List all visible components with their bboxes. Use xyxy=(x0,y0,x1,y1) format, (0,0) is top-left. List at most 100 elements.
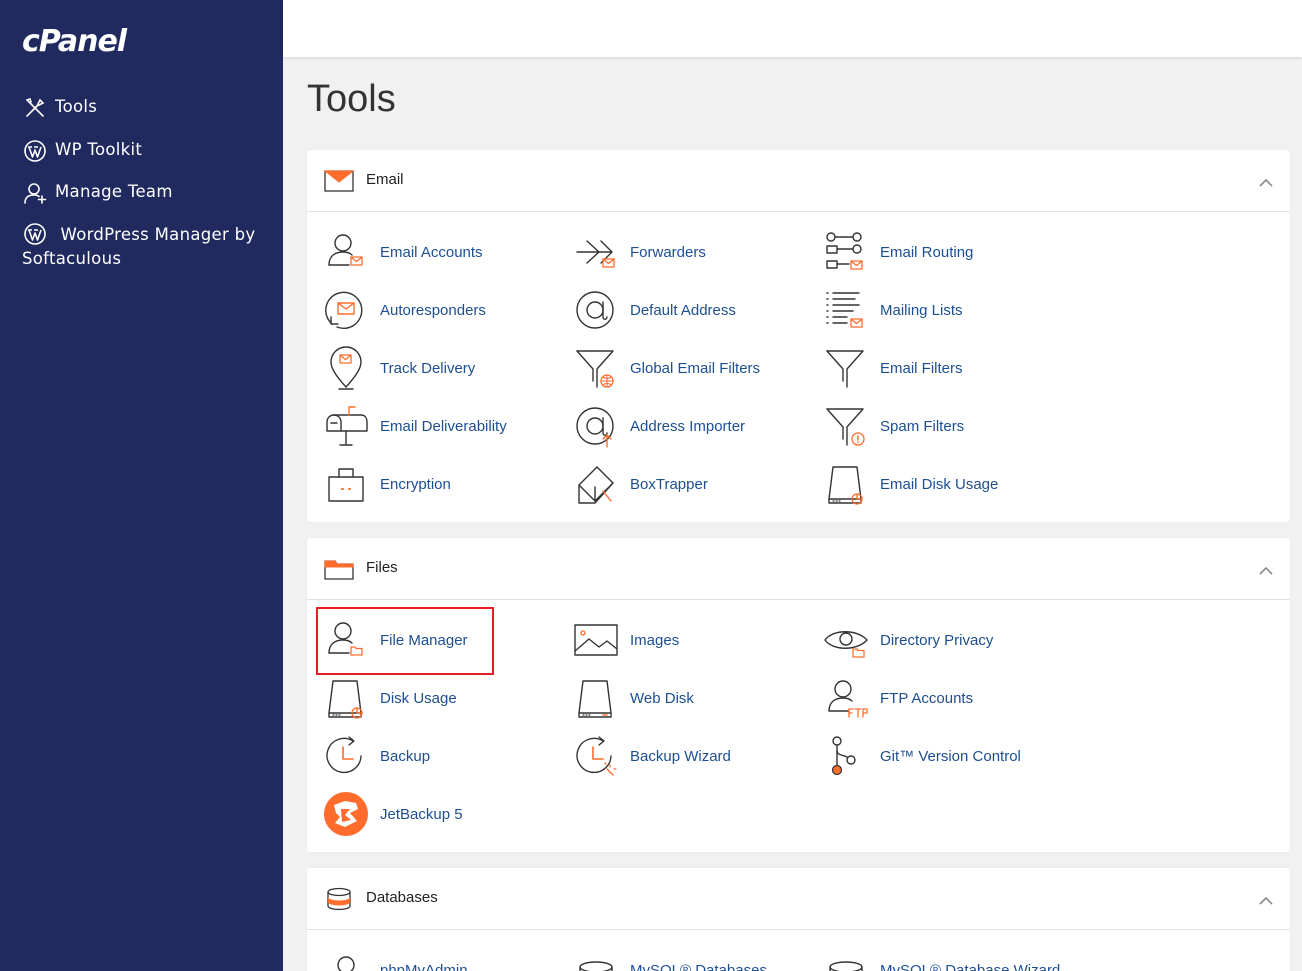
tool-email-deliverability[interactable]: Email Deliverability xyxy=(323,401,507,451)
wordpress-icon xyxy=(22,138,48,164)
spam-filters-icon xyxy=(823,403,869,449)
tool-phpmyadmin[interactable]: phpMyAdmin xyxy=(323,945,468,971)
tool-label: Forwarders xyxy=(630,243,706,261)
sidebar-item-label: Manage Team xyxy=(55,182,173,201)
sidebar: cPanel Tools WP Toolkit Manage Team Word… xyxy=(0,0,283,971)
tool-ftp-accounts[interactable]: FTP Accounts xyxy=(823,673,973,723)
tool-disk-usage[interactable]: Disk Usage xyxy=(323,673,457,723)
tool-email-disk-usage[interactable]: Email Disk Usage xyxy=(823,459,998,509)
tools-icon xyxy=(22,95,48,121)
mailing-lists-icon xyxy=(823,287,869,333)
tool-label: Mailing Lists xyxy=(880,301,963,319)
encryption-icon xyxy=(323,461,369,507)
email-section-header[interactable]: Email xyxy=(307,150,1290,212)
sidebar-item-wp-toolkit[interactable]: WP Toolkit xyxy=(22,138,142,164)
tool-label: Git™ Version Control xyxy=(880,747,1021,765)
tool-backup[interactable]: Backup xyxy=(323,731,430,781)
tool-label: Address Importer xyxy=(630,417,746,435)
address-importer-icon xyxy=(573,403,619,449)
tool-email-routing[interactable]: Email Routing xyxy=(823,227,973,277)
tool-default-address[interactable]: Default Address xyxy=(573,285,736,335)
tool-label: Images xyxy=(630,631,680,649)
forwarders-icon xyxy=(573,229,619,275)
tool-label: Global Email Filters xyxy=(630,359,761,377)
databases-section-header[interactable]: Databases xyxy=(307,868,1290,930)
section-title: Email xyxy=(366,171,404,188)
tool-directory-privacy[interactable]: Directory Privacy xyxy=(823,615,993,665)
tool-label: MySQL® Databases xyxy=(630,961,767,971)
wordpress-icon xyxy=(22,221,48,247)
git-version-control-icon xyxy=(823,733,869,779)
tool-label: Disk Usage xyxy=(380,689,457,707)
sidebar-item-wordpress-manager[interactable]: WordPress Manager by Softaculous xyxy=(22,221,262,271)
tool-label: Autoresponders xyxy=(380,301,486,319)
backup-icon xyxy=(323,733,369,779)
phpmyadmin-icon xyxy=(323,947,369,971)
tool-mailing-lists[interactable]: Mailing Lists xyxy=(823,285,963,335)
tool-label: Email Disk Usage xyxy=(880,475,999,493)
tool-forwarders[interactable]: Forwarders xyxy=(573,227,706,277)
tool-spam-filters[interactable]: Spam Filters xyxy=(823,401,964,451)
tool-label: FTP Accounts xyxy=(880,689,974,707)
email-routing-icon xyxy=(823,229,869,275)
email-disk-usage-icon xyxy=(823,461,869,507)
page-title: Tools xyxy=(307,78,396,120)
files-section-header[interactable]: Files xyxy=(307,538,1290,600)
file-manager-icon xyxy=(323,617,369,663)
envelope-icon xyxy=(323,168,355,194)
tool-label: Track Delivery xyxy=(380,359,476,377)
sidebar-item-manage-team[interactable]: Manage Team xyxy=(22,180,173,206)
chevron-up-icon[interactable] xyxy=(1258,174,1274,187)
database-icon xyxy=(323,886,355,912)
tool-git-version-control[interactable]: Git™ Version Control xyxy=(823,731,1021,781)
tool-label: Backup Wizard xyxy=(630,747,731,765)
tool-label: JetBackup 5 xyxy=(380,805,463,823)
images-icon xyxy=(573,617,619,663)
manage-team-icon xyxy=(22,180,48,206)
tool-global-email-filters[interactable]: Global Email Filters xyxy=(573,343,760,393)
tool-label: File Manager xyxy=(380,631,468,649)
tool-file-manager[interactable]: File Manager xyxy=(323,615,468,665)
tool-track-delivery[interactable]: Track Delivery xyxy=(323,343,475,393)
tool-label: Email Routing xyxy=(880,243,974,261)
backup-wizard-icon xyxy=(573,733,619,779)
section-title: Files xyxy=(366,559,398,576)
tool-boxtrapper[interactable]: BoxTrapper xyxy=(573,459,708,509)
chevron-up-icon[interactable] xyxy=(1258,562,1274,575)
tool-encryption[interactable]: Encryption xyxy=(323,459,451,509)
jetbackup-icon xyxy=(323,791,369,837)
tool-label: Email Accounts xyxy=(380,243,483,261)
cpanel-logo[interactable]: cPanel xyxy=(22,24,127,59)
email-section: Email xyxy=(307,150,1290,522)
disk-usage-icon xyxy=(323,675,369,721)
track-delivery-icon xyxy=(323,345,369,391)
folder-icon xyxy=(323,556,355,582)
tool-label: Encryption xyxy=(380,475,451,493)
chevron-up-icon[interactable] xyxy=(1258,892,1274,905)
tool-address-importer[interactable]: Address Importer xyxy=(573,401,745,451)
tool-autoresponders[interactable]: Autoresponders xyxy=(323,285,486,335)
tool-backup-wizard[interactable]: Backup Wizard xyxy=(573,731,731,781)
tool-label: Email Filters xyxy=(880,359,963,377)
tool-web-disk[interactable]: Web Disk xyxy=(573,673,694,723)
email-filters-icon xyxy=(823,345,869,391)
tool-label: Backup xyxy=(380,747,431,765)
tool-images[interactable]: Images xyxy=(573,615,679,665)
tool-email-filters[interactable]: Email Filters xyxy=(823,343,963,393)
tool-mysql-databases[interactable]: MySQL® Databases xyxy=(573,945,767,971)
email-deliverability-icon xyxy=(323,403,369,449)
tool-jetbackup[interactable]: JetBackup 5 xyxy=(323,789,463,839)
directory-privacy-icon xyxy=(823,617,869,663)
web-disk-icon xyxy=(573,675,619,721)
tool-label: Directory Privacy xyxy=(880,631,994,649)
sidebar-item-label: Tools xyxy=(55,97,98,116)
tool-mysql-database-wizard[interactable]: MySQL® Database Wizard xyxy=(823,945,1060,971)
email-accounts-icon xyxy=(323,229,369,275)
sidebar-item-tools[interactable]: Tools xyxy=(22,95,97,121)
tool-label: Default Address xyxy=(630,301,736,319)
tool-label: Web Disk xyxy=(630,689,694,707)
ftp-accounts-icon xyxy=(823,675,869,721)
tool-label: Email Deliverability xyxy=(380,417,507,435)
autoresponders-icon xyxy=(323,287,369,333)
tool-email-accounts[interactable]: Email Accounts xyxy=(323,227,483,277)
